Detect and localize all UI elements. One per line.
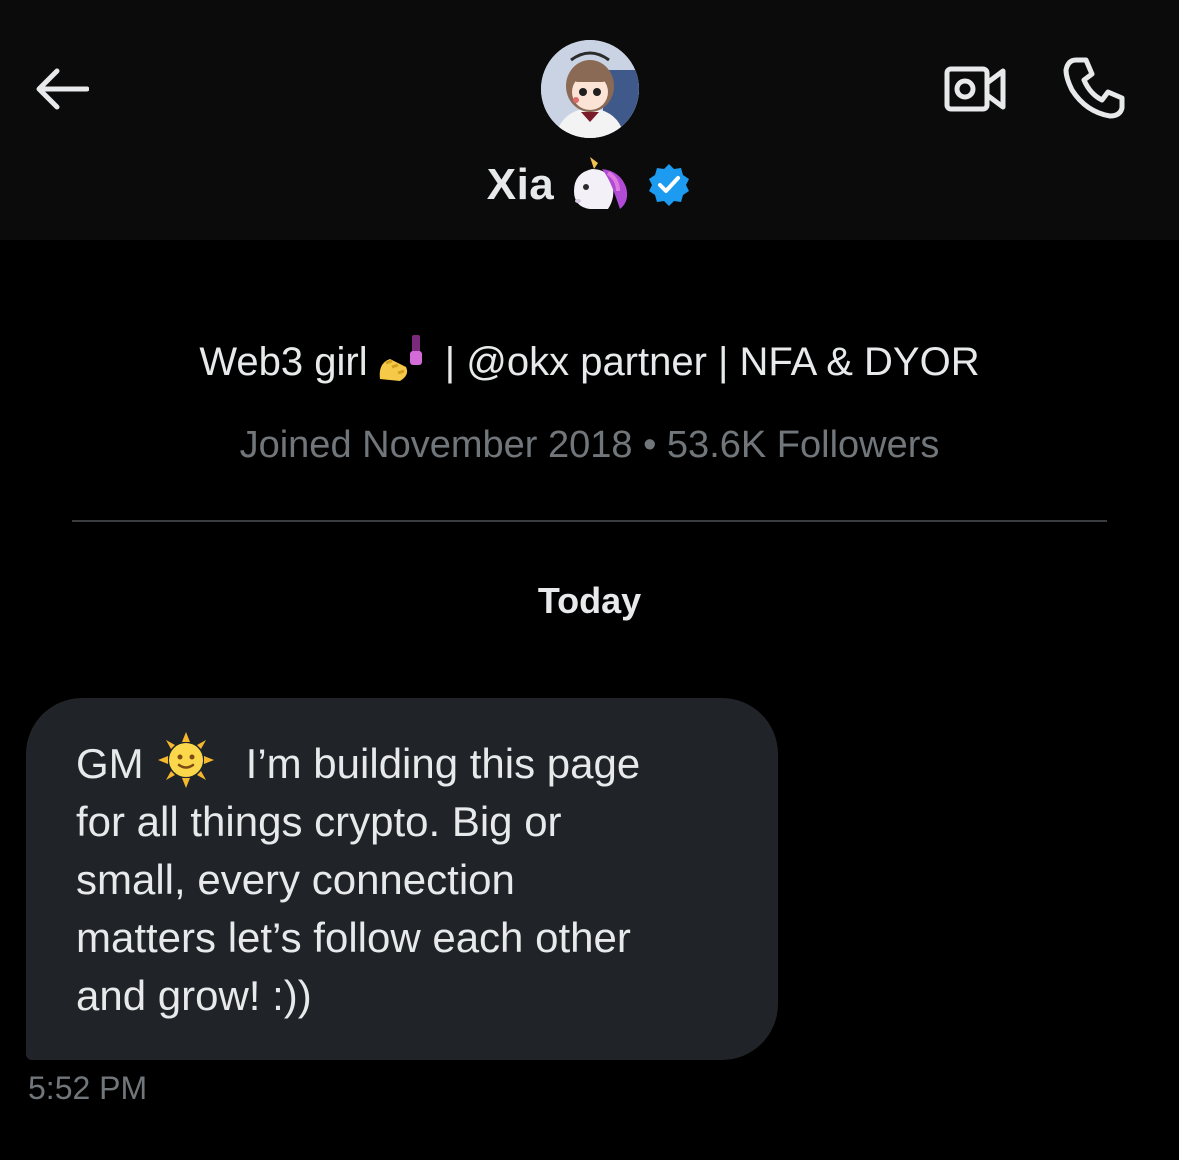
message-bubble[interactable]: GM I’m building this page for all things … — [26, 698, 778, 1060]
bio-text-end: | @okx partner | NFA & DYOR — [433, 340, 980, 384]
divider — [72, 520, 1107, 522]
voice-call-button[interactable] — [1056, 50, 1132, 126]
profile-bio: Web3 girl | @okx partner | NFA & DYOR — [0, 333, 1179, 385]
nail-polish-emoji — [379, 335, 422, 381]
message-text: GM I’m building this page for all things … — [76, 732, 738, 1025]
profile-meta: Joined November 2018 • 53.6K Followers — [239, 424, 940, 466]
message-line: GM I’m building this page — [76, 732, 738, 793]
contact-name-row: Xia — [0, 155, 1179, 215]
date-separator: Today — [537, 580, 642, 621]
unicorn-emoji — [574, 157, 628, 209]
back-arrow-icon — [36, 68, 89, 110]
message-line: and grow! :)) — [76, 972, 312, 1019]
message-line: small, every connection — [76, 856, 515, 903]
back-button[interactable] — [28, 56, 94, 122]
phone-icon — [1063, 57, 1125, 119]
sun-with-face-emoji — [157, 732, 214, 788]
verified-badge-icon — [649, 164, 690, 206]
message-timestamp: 5:52 PM — [28, 1070, 148, 1106]
conversation-header: Xia — [0, 0, 1179, 240]
message-line: for all things crypto. Big or — [76, 798, 562, 845]
contact-name: Xia — [486, 160, 555, 209]
video-call-button[interactable] — [938, 56, 1012, 122]
bio-text-start: Web3 girl — [199, 340, 368, 384]
message-text-rest: I’m building this page — [245, 740, 641, 787]
avatar[interactable] — [541, 40, 639, 138]
message-text-gm: GM — [76, 740, 144, 787]
message-line: matters let’s follow each other — [76, 914, 631, 961]
video-call-icon — [944, 66, 1006, 112]
